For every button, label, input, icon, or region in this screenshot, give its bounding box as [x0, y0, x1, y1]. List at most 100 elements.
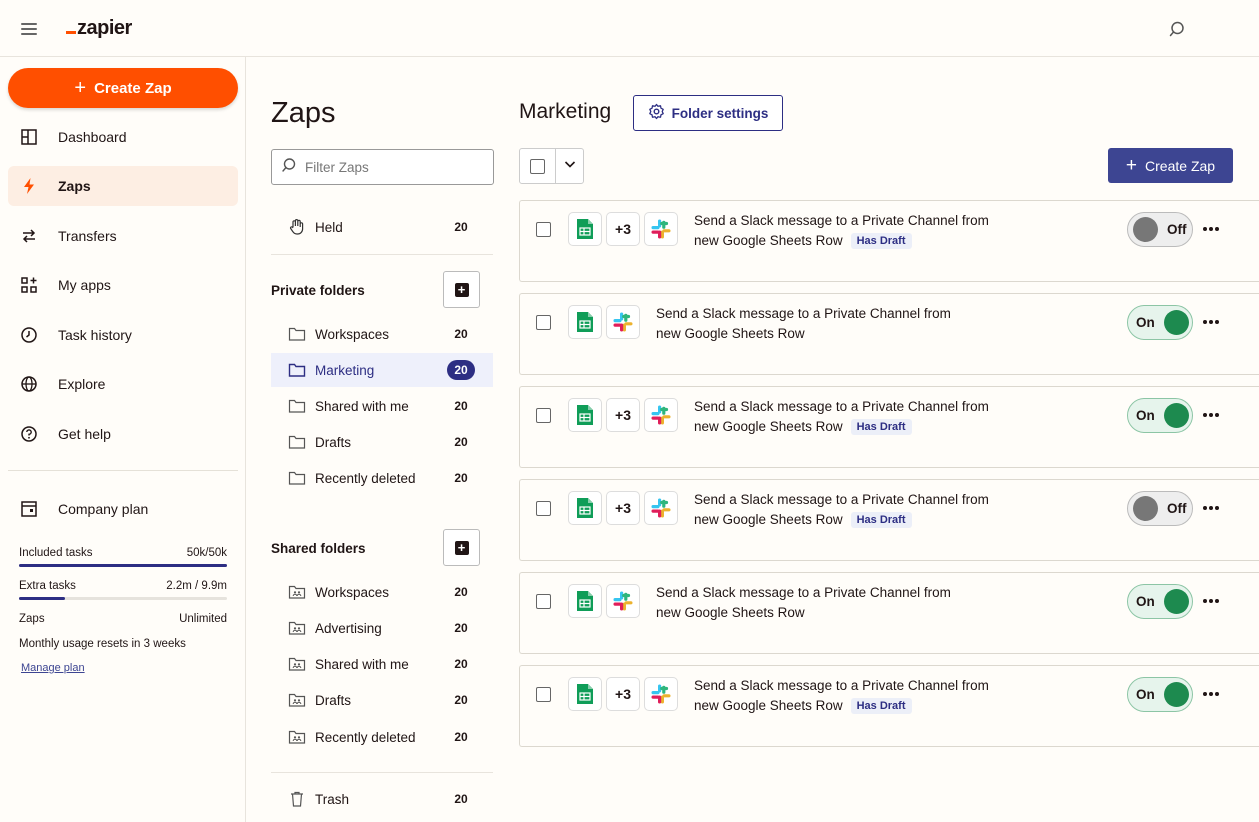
shared-folder-drafts[interactable]: Drafts 20 [271, 683, 493, 717]
hand-icon [288, 219, 306, 235]
zap-title-line2: new Google Sheets Row [656, 603, 996, 623]
usage-reset-text: Monthly usage resets in 3 weeks [19, 638, 186, 650]
zap-row-checkbox[interactable] [536, 687, 551, 702]
folder-count: 20 [454, 621, 468, 635]
zap-title[interactable]: Send a Slack message to a Private Channe… [694, 211, 1034, 251]
sidebar-item-label: Zaps [58, 178, 91, 194]
sidebar: + Create Zap Dashboard Zaps Transfers My… [0, 57, 246, 822]
filter-zaps-input[interactable] [305, 159, 485, 175]
zap-status-toggle[interactable]: Off [1127, 491, 1193, 526]
folder-settings-button[interactable]: Folder settings [633, 95, 783, 131]
sidebar-item-dashboard[interactable]: Dashboard [8, 117, 238, 157]
select-all-checkbox[interactable] [520, 149, 556, 183]
folder-marketing[interactable]: Marketing 20 [271, 353, 493, 387]
zap-title[interactable]: Send a Slack message to a Private Channe… [694, 490, 1034, 530]
zap-title[interactable]: Send a Slack message to a Private Channe… [694, 676, 1034, 716]
slack-icon [606, 584, 640, 618]
zap-title[interactable]: Send a Slack message to a Private Channe… [656, 304, 996, 344]
zap-row[interactable]: +3 Send a Slack message to a Private Chan… [519, 386, 1259, 468]
more-options-icon[interactable] [1200, 218, 1222, 240]
zap-status-toggle[interactable]: On [1127, 584, 1193, 619]
folder-drafts[interactable]: Drafts 20 [271, 425, 493, 459]
folder-held[interactable]: Held 20 [271, 210, 493, 244]
plus-icon: + [454, 540, 469, 555]
zap-row[interactable]: +3 Send a Slack message to a Private Chan… [519, 200, 1259, 282]
zap-title-line1: Send a Slack message to a Private Channe… [656, 585, 951, 600]
plus-icon: + [454, 282, 469, 297]
zaps-usage-label: Zaps [19, 613, 45, 625]
sidebar-item-task-history[interactable]: Task history [8, 315, 238, 355]
more-options-icon[interactable] [1200, 590, 1222, 612]
sidebar-item-explore[interactable]: Explore [8, 364, 238, 404]
folder-label: Workspaces [315, 584, 390, 600]
create-zap-button[interactable]: + Create Zap [8, 68, 238, 108]
folder-trash[interactable]: Trash 20 [271, 782, 493, 816]
sidebar-item-zaps[interactable]: Zaps [8, 166, 238, 206]
folder-count: 20 [454, 435, 468, 449]
zap-row-checkbox[interactable] [536, 408, 551, 423]
slack-icon [606, 305, 640, 339]
sidebar-item-transfers[interactable]: Transfers [8, 216, 238, 256]
plus-icon: + [74, 77, 87, 99]
zap-row-checkbox[interactable] [536, 594, 551, 609]
folder-label: Advertising [315, 620, 382, 636]
menu-icon[interactable] [21, 23, 37, 35]
zap-row-checkbox[interactable] [536, 315, 551, 330]
zap-title-line2: new Google Sheets Row [656, 324, 996, 344]
more-options-icon[interactable] [1200, 497, 1222, 519]
zap-status-toggle[interactable]: Off [1127, 212, 1193, 247]
company-plan[interactable]: Company plan [8, 489, 238, 529]
zap-status-toggle[interactable]: On [1127, 677, 1193, 712]
gear-icon [648, 103, 665, 123]
zap-row[interactable]: Send a Slack message to a Private Channe… [519, 293, 1259, 375]
zap-app-icons: +3 [568, 212, 678, 246]
zap-row-checkbox[interactable] [536, 222, 551, 237]
toggle-knob [1163, 589, 1189, 614]
zap-row-checkbox[interactable] [536, 501, 551, 516]
filter-zaps-field[interactable] [271, 149, 494, 185]
manage-plan-link[interactable]: Manage plan [21, 662, 85, 674]
folder-label: Recently deleted [315, 729, 416, 745]
folder-workspaces[interactable]: Workspaces 20 [271, 317, 493, 351]
zap-title[interactable]: Send a Slack message to a Private Channe… [694, 397, 1034, 437]
zap-title[interactable]: Send a Slack message to a Private Channe… [656, 583, 996, 623]
included-tasks-usage: Included tasks 50k/50k [19, 538, 227, 567]
zap-title-line2-text: new Google Sheets Row [694, 233, 843, 248]
zap-row[interactable]: +3 Send a Slack message to a Private Chan… [519, 479, 1259, 561]
google-sheets-icon [568, 584, 602, 618]
sidebar-item-get-help[interactable]: Get help [8, 414, 238, 454]
zap-row[interactable]: Send a Slack message to a Private Channe… [519, 572, 1259, 654]
shared-folder-advertising[interactable]: Advertising 20 [271, 611, 493, 645]
sidebar-item-my-apps[interactable]: My apps [8, 265, 238, 305]
more-options-icon[interactable] [1200, 404, 1222, 426]
add-private-folder-button[interactable]: + [443, 271, 480, 308]
folder-divider [271, 254, 493, 255]
folder-shared-with-me[interactable]: Shared with me 20 [271, 389, 493, 423]
create-zap-button-main[interactable]: + Create Zap [1108, 148, 1233, 183]
usage-reset-note: Monthly usage resets in 3 weeks [19, 638, 227, 650]
toggle-knob [1163, 403, 1189, 428]
slack-icon [644, 212, 678, 246]
toggle-knob [1133, 496, 1158, 521]
add-shared-folder-button[interactable]: + [443, 529, 480, 566]
zapier-logo[interactable]: zapier [66, 17, 132, 40]
more-options-icon[interactable] [1200, 683, 1222, 705]
folder-icon [288, 362, 306, 378]
toggle-knob [1163, 682, 1189, 707]
zap-title-line2: new Google Sheets Row Has Draft [694, 231, 1034, 251]
shared-folder-shared-with-me[interactable]: Shared with me 20 [271, 647, 493, 681]
bulk-select-dropdown[interactable] [556, 149, 583, 183]
zap-row[interactable]: +3 Send a Slack message to a Private Chan… [519, 665, 1259, 747]
more-apps-count: +3 [606, 491, 640, 525]
zap-title-line2-text: new Google Sheets Row [656, 605, 805, 620]
zap-status-toggle[interactable]: On [1127, 305, 1193, 340]
shared-folder-workspaces[interactable]: Workspaces 20 [271, 575, 493, 609]
trash-icon [288, 791, 306, 807]
search-icon[interactable] [1168, 20, 1186, 38]
more-options-icon[interactable] [1200, 311, 1222, 333]
shared-folder-recently-deleted[interactable]: Recently deleted 20 [271, 720, 493, 754]
create-zap-label: Create Zap [94, 79, 172, 97]
folder-recently-deleted[interactable]: Recently deleted 20 [271, 461, 493, 495]
zap-status-toggle[interactable]: On [1127, 398, 1193, 433]
slack-icon [644, 398, 678, 432]
